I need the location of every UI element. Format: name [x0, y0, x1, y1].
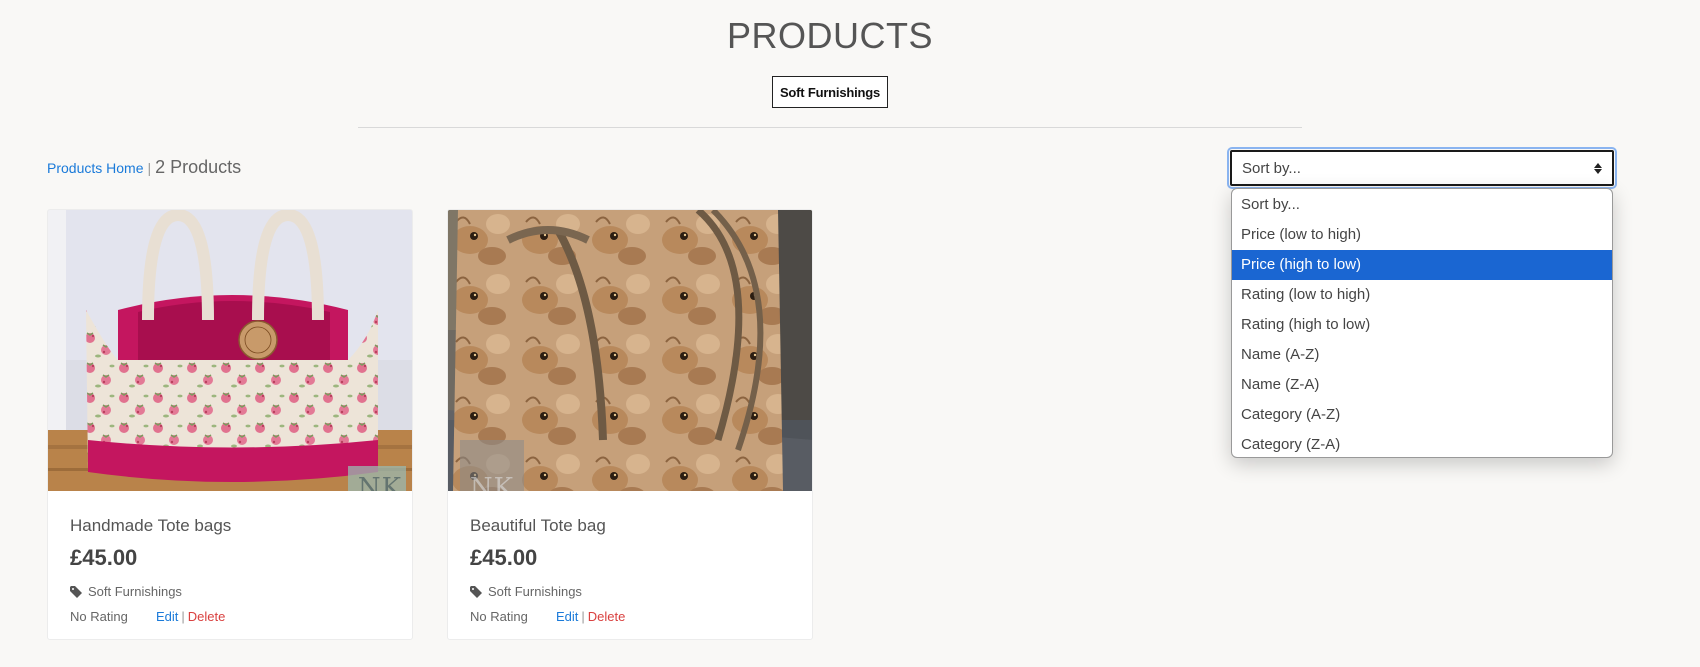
sort-option-category-desc[interactable]: Category (Z-A) [1232, 430, 1612, 457]
product-category-label: Soft Furnishings [88, 584, 182, 599]
product-rating: No Rating [470, 609, 528, 624]
product-price: £45.00 [70, 545, 138, 570]
delete-product-link[interactable]: Delete [588, 608, 626, 626]
delete-product-link[interactable]: Delete [188, 608, 226, 626]
products-page: PRODUCTS Soft Furnishings Products Home … [0, 0, 1700, 667]
product-card: NK Handmade Tote bags £45.00 Soft Furnis… [47, 209, 413, 640]
sort-select[interactable]: Sort by... [1227, 147, 1617, 189]
sort-dropdown-list: Sort by... Price (low to high) Price (hi… [1231, 188, 1613, 458]
action-separator: | [181, 609, 185, 624]
product-name[interactable]: Beautiful Tote bag [470, 515, 790, 537]
action-separator: | [581, 609, 585, 624]
strawberry-tote-image [48, 210, 412, 491]
products-home-link[interactable]: Products Home [47, 160, 143, 176]
hare-tote-image [448, 210, 812, 491]
category-filter-badge[interactable]: Soft Furnishings [772, 76, 888, 108]
product-card: NK Beautiful Tote bag £45.00 Soft Furnis… [447, 209, 813, 640]
sort-option-name-asc[interactable]: Name (A-Z) [1232, 340, 1612, 370]
header-divider [358, 127, 1302, 128]
product-category-label: Soft Furnishings [488, 584, 582, 599]
sort-option-name-desc[interactable]: Name (Z-A) [1232, 370, 1612, 400]
product-image[interactable]: NK [48, 210, 412, 491]
tag-icon [470, 585, 482, 598]
edit-product-link[interactable]: Edit [156, 608, 178, 626]
product-price: £45.00 [470, 545, 538, 570]
sort-option-price-asc[interactable]: Price (low to high) [1232, 220, 1612, 250]
product-name[interactable]: Handmade Tote bags [70, 515, 390, 537]
page-title: PRODUCTS [726, 15, 933, 56]
sort-option-rating-desc[interactable]: Rating (high to low) [1232, 310, 1612, 340]
product-image[interactable]: NK [448, 210, 812, 491]
tag-icon [70, 585, 82, 598]
product-meta: No Rating Edit | Delete [70, 608, 390, 626]
sort-option-price-desc[interactable]: Price (high to low) [1232, 250, 1612, 280]
watermark-logo: NK [469, 473, 515, 491]
product-category-link[interactable]: Soft Furnishings [70, 584, 390, 599]
sort-arrows-icon [1594, 162, 1602, 174]
breadcrumb: Products Home | 2 Products [47, 157, 241, 178]
product-meta: No Rating Edit | Delete [470, 608, 790, 626]
sort-option-category-asc[interactable]: Category (A-Z) [1232, 400, 1612, 430]
sort-option-rating-asc[interactable]: Rating (low to high) [1232, 280, 1612, 310]
watermark-logo: NK [357, 473, 403, 491]
product-rating: No Rating [70, 609, 128, 624]
breadcrumb-separator: | [147, 160, 152, 176]
product-category-link[interactable]: Soft Furnishings [470, 584, 790, 599]
edit-product-link[interactable]: Edit [556, 608, 578, 626]
sort-select-value: Sort by... [1242, 159, 1301, 177]
product-count: 2 Products [155, 157, 242, 177]
sort-option-default[interactable]: Sort by... [1232, 190, 1612, 220]
